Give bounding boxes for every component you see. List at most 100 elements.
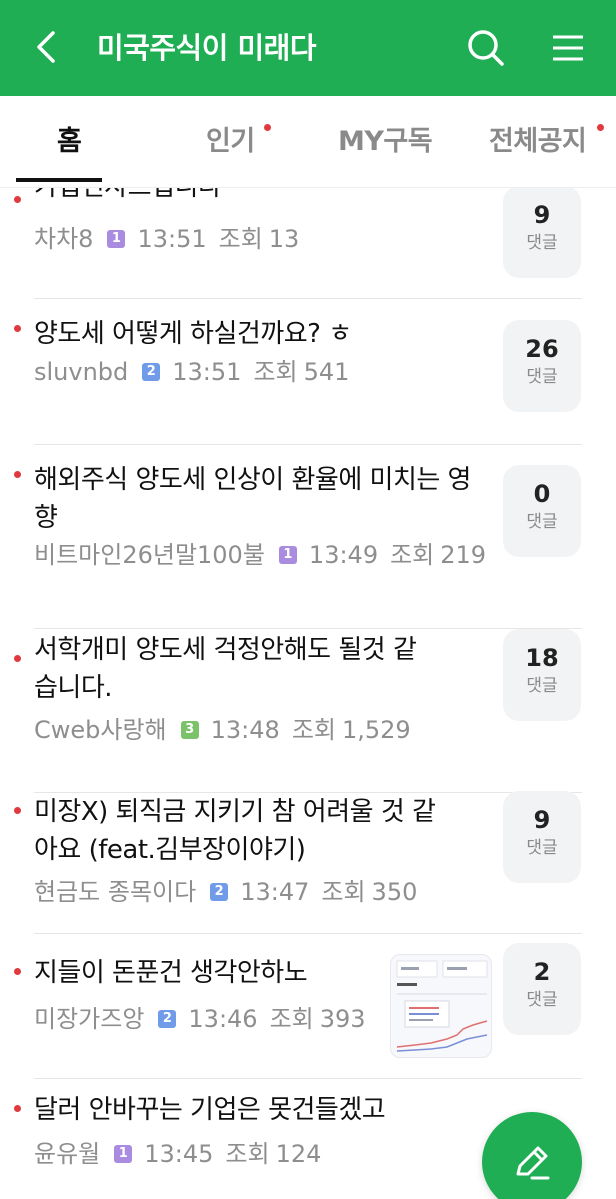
- member-level-badge: 1: [278, 546, 297, 564]
- post-views: 541: [303, 358, 350, 386]
- chevron-left-icon: [37, 31, 55, 63]
- comment-count-button[interactable]: 9 댓글: [503, 188, 581, 278]
- app-header: 미국주식이 미래다: [0, 0, 616, 96]
- post-meta: 현금도 종목이다 2 13:47 조회 350: [34, 875, 429, 909]
- member-level-badge: 1: [107, 230, 126, 248]
- post-views: 350: [371, 878, 418, 906]
- post-item[interactable]: 양도세 어떻게 하실건까요? ㅎ sluvnbd 2 13:51 조회 541 …: [0, 299, 616, 444]
- new-post-dot: [14, 325, 21, 332]
- member-level-badge: 1: [114, 1145, 133, 1163]
- tab-all-notice[interactable]: 전체공지: [489, 122, 587, 162]
- views-label: 조회: [225, 1140, 270, 1168]
- comment-count-button[interactable]: 9 댓글: [503, 791, 581, 883]
- hamburger-menu-icon: [553, 35, 583, 61]
- search-button[interactable]: [460, 22, 512, 74]
- post-title[interactable]: 미장X) 퇴직금 지키기 참 어려울 것 같아요 (feat.김부장이야기): [34, 793, 454, 869]
- post-thumbnail[interactable]: [390, 954, 492, 1058]
- member-level-badge: 2: [158, 1010, 177, 1028]
- back-button[interactable]: [22, 22, 72, 72]
- comment-label: 댓글: [526, 676, 558, 696]
- post-item[interactable]: 미장X) 퇴직금 지키기 참 어려울 것 같아요 (feat.김부장이야기) 현…: [0, 791, 616, 933]
- comment-count-button[interactable]: 26 댓글: [503, 320, 581, 412]
- comment-count: 9: [533, 201, 551, 229]
- post-title[interactable]: 가입인사드립니다: [34, 188, 484, 206]
- comment-label: 댓글: [526, 367, 558, 387]
- post-author[interactable]: 미장가즈앙: [34, 1002, 144, 1036]
- search-icon: [468, 30, 504, 66]
- new-dot-popular: [264, 124, 271, 131]
- views-label: 조회: [218, 225, 263, 253]
- post-item[interactable]: 가입인사드립니다 차차8 1 13:51 조회 13 9 댓글: [0, 188, 616, 298]
- post-item[interactable]: 서학개미 양도세 걱정안해도 될것 같습니다. Cweb사랑해 3 13:48 …: [0, 629, 616, 779]
- post-title[interactable]: 지들이 돈푼건 생각안하노: [34, 954, 374, 992]
- post-title[interactable]: 달러 안바꾸는 기업은 못건들겠고: [34, 1091, 454, 1129]
- post-meta: 미장가즈앙 2 13:46 조회 393: [34, 1002, 378, 1036]
- comment-count: 26: [525, 335, 559, 363]
- views-label: 조회: [390, 541, 435, 569]
- views-label: 조회: [269, 1005, 314, 1033]
- post-item[interactable]: 해외주식 양도세 인상이 환율에 미치는 영향 비트마인26년말100불 1 1…: [0, 445, 616, 628]
- comment-count: 9: [533, 806, 551, 834]
- member-level-badge: 2: [142, 363, 161, 381]
- post-item[interactable]: 지들이 돈푼건 생각안하노 미장가즈앙 2 13:46 조회 393 2 댓글: [0, 934, 616, 1078]
- comment-count: 0: [533, 480, 551, 508]
- post-meta: 차차8 1 13:51 조회 13: [34, 222, 311, 256]
- post-views: 124: [275, 1140, 322, 1168]
- post-title[interactable]: 서학개미 양도세 걱정안해도 될것 같습니다.: [34, 631, 434, 707]
- active-tab-indicator: [16, 178, 102, 182]
- post-time: 13:51: [137, 225, 207, 253]
- post-time: 13:49: [308, 541, 379, 569]
- views-label: 조회: [321, 878, 366, 906]
- post-author[interactable]: Cweb사랑해: [34, 713, 167, 747]
- post-author[interactable]: 차차8: [34, 222, 93, 256]
- cafe-title: 미국주식이 미래다: [97, 31, 317, 65]
- new-dot-all-notice: [597, 124, 604, 131]
- comment-count: 18: [525, 644, 559, 672]
- new-post-dot: [14, 968, 21, 975]
- chart-thumbnail-image: [396, 960, 488, 1052]
- new-post-dot: [14, 655, 21, 662]
- comment-label: 댓글: [526, 990, 558, 1010]
- post-time: 13:45: [144, 1140, 214, 1168]
- new-post-dot: [14, 1105, 21, 1112]
- post-author[interactable]: 윤유월: [34, 1137, 100, 1171]
- post-meta: sluvnbd 2 13:51 조회 541: [34, 355, 361, 389]
- post-meta: 비트마인26년말100불 1 13:49 조회 219: [34, 538, 498, 572]
- post-title[interactable]: 해외주식 양도세 인상이 환율에 미치는 영향: [34, 461, 484, 537]
- views-label: 조회: [291, 716, 336, 744]
- tab-my-subscription[interactable]: MY구독: [338, 122, 433, 162]
- comment-count-button[interactable]: 0 댓글: [503, 465, 581, 557]
- post-time: 13:47: [240, 878, 310, 906]
- post-list: 가입인사드립니다 차차8 1 13:51 조회 13 9 댓글 양도세 어떻게 …: [0, 188, 616, 1199]
- post-author[interactable]: 현금도 종목이다: [34, 875, 196, 909]
- comment-label: 댓글: [526, 838, 558, 858]
- post-meta: 윤유월 1 13:45 조회 124: [34, 1137, 333, 1171]
- comment-label: 댓글: [526, 512, 558, 532]
- post-meta: Cweb사랑해 3 13:48 조회 1,529: [34, 713, 423, 747]
- comment-count: 2: [533, 958, 551, 986]
- member-level-badge: 2: [210, 883, 229, 901]
- tab-popular[interactable]: 인기: [206, 122, 255, 162]
- post-title[interactable]: 양도세 어떻게 하실건까요? ㅎ: [34, 315, 484, 353]
- post-author[interactable]: 비트마인26년말100불: [34, 538, 265, 572]
- tab-bar: 홈 인기 MY구독 전체공지: [0, 96, 616, 188]
- post-time: 13:48: [210, 716, 280, 744]
- post-time: 13:46: [188, 1005, 258, 1033]
- new-post-dot: [14, 471, 21, 478]
- post-time: 13:51: [172, 358, 242, 386]
- post-views: 1,529: [341, 716, 411, 744]
- comment-count-button[interactable]: 18 댓글: [503, 629, 581, 721]
- new-post-dot: [14, 807, 21, 814]
- post-author[interactable]: sluvnbd: [34, 355, 128, 389]
- menu-button[interactable]: [542, 22, 594, 74]
- tab-home[interactable]: 홈: [57, 122, 82, 162]
- post-views: 393: [319, 1005, 366, 1033]
- comment-label: 댓글: [526, 233, 558, 253]
- comment-count-button[interactable]: 2 댓글: [503, 943, 581, 1035]
- pencil-write-icon: [516, 1146, 550, 1180]
- post-views: 13: [268, 225, 300, 253]
- member-level-badge: 3: [180, 721, 199, 739]
- new-post-dot: [14, 196, 21, 203]
- post-views: 219: [440, 541, 487, 569]
- views-label: 조회: [253, 358, 298, 386]
